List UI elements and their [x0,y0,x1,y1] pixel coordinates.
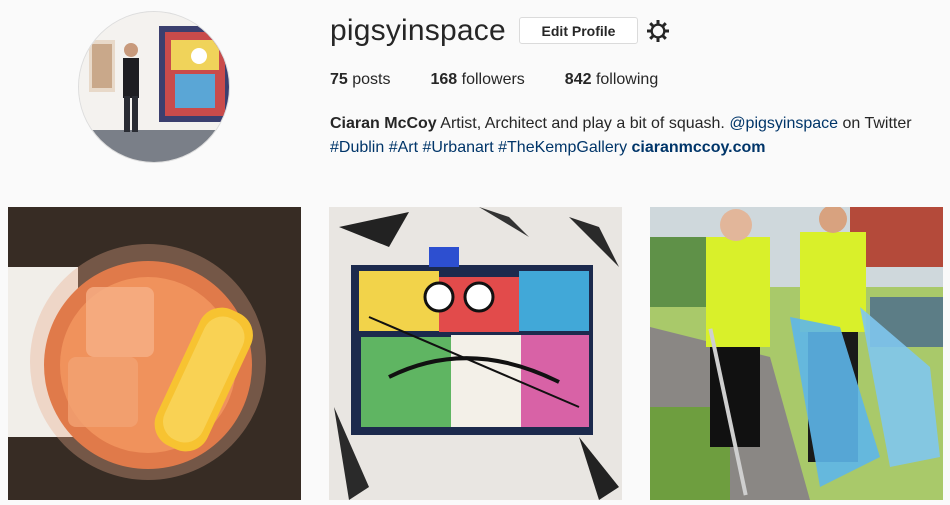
graffiti-painting-photo [329,207,622,500]
cocktail-photo [8,207,301,500]
hashtag-link-thekempgallery[interactable]: #TheKempGallery [498,139,627,156]
hashtag-link-urbanart[interactable]: #Urbanart [423,139,494,156]
hashtag-link-art[interactable]: #Art [389,139,418,156]
litter-pick-photo [650,207,943,500]
edit-profile-button[interactable]: Edit Profile [519,17,638,44]
post-thumbnail-litter-pick[interactable] [650,207,943,500]
followers-count-label: followers [461,71,525,88]
website-link[interactable]: ciaranmccoy.com [632,139,766,156]
followers-count[interactable]: 168 followers [431,71,525,89]
profile-avatar[interactable] [78,11,230,163]
profile-username: pigsyinspace [330,14,506,47]
following-count[interactable]: 842 following [565,71,658,89]
post-thumbnail-cocktail[interactable] [8,207,301,500]
posts-count[interactable]: 75 posts [330,71,391,89]
mention-suffix: on Twitter [842,115,912,132]
profile-full-name: Ciaran McCoy [330,115,437,132]
bio-text: Artist, Architect and play a bit of squa… [440,115,725,132]
posts-count-label: posts [352,71,391,88]
hashtag-link-dublin[interactable]: #Dublin [330,139,384,156]
profile-stats: 75 posts 168 followers 842 following [330,71,698,89]
following-count-value: 842 [564,71,592,88]
twitter-mention-link[interactable]: @pigsyinspace [729,115,838,132]
followers-count-value: 168 [430,71,458,88]
posts-count-value: 75 [330,71,348,88]
avatar-photo [79,12,229,162]
profile-bio: Ciaran McCoy Artist, Architect and play … [330,112,930,160]
settings-gear-icon[interactable] [646,19,670,43]
post-thumbnail-graffiti[interactable] [329,207,622,500]
following-count-label: following [595,71,659,88]
